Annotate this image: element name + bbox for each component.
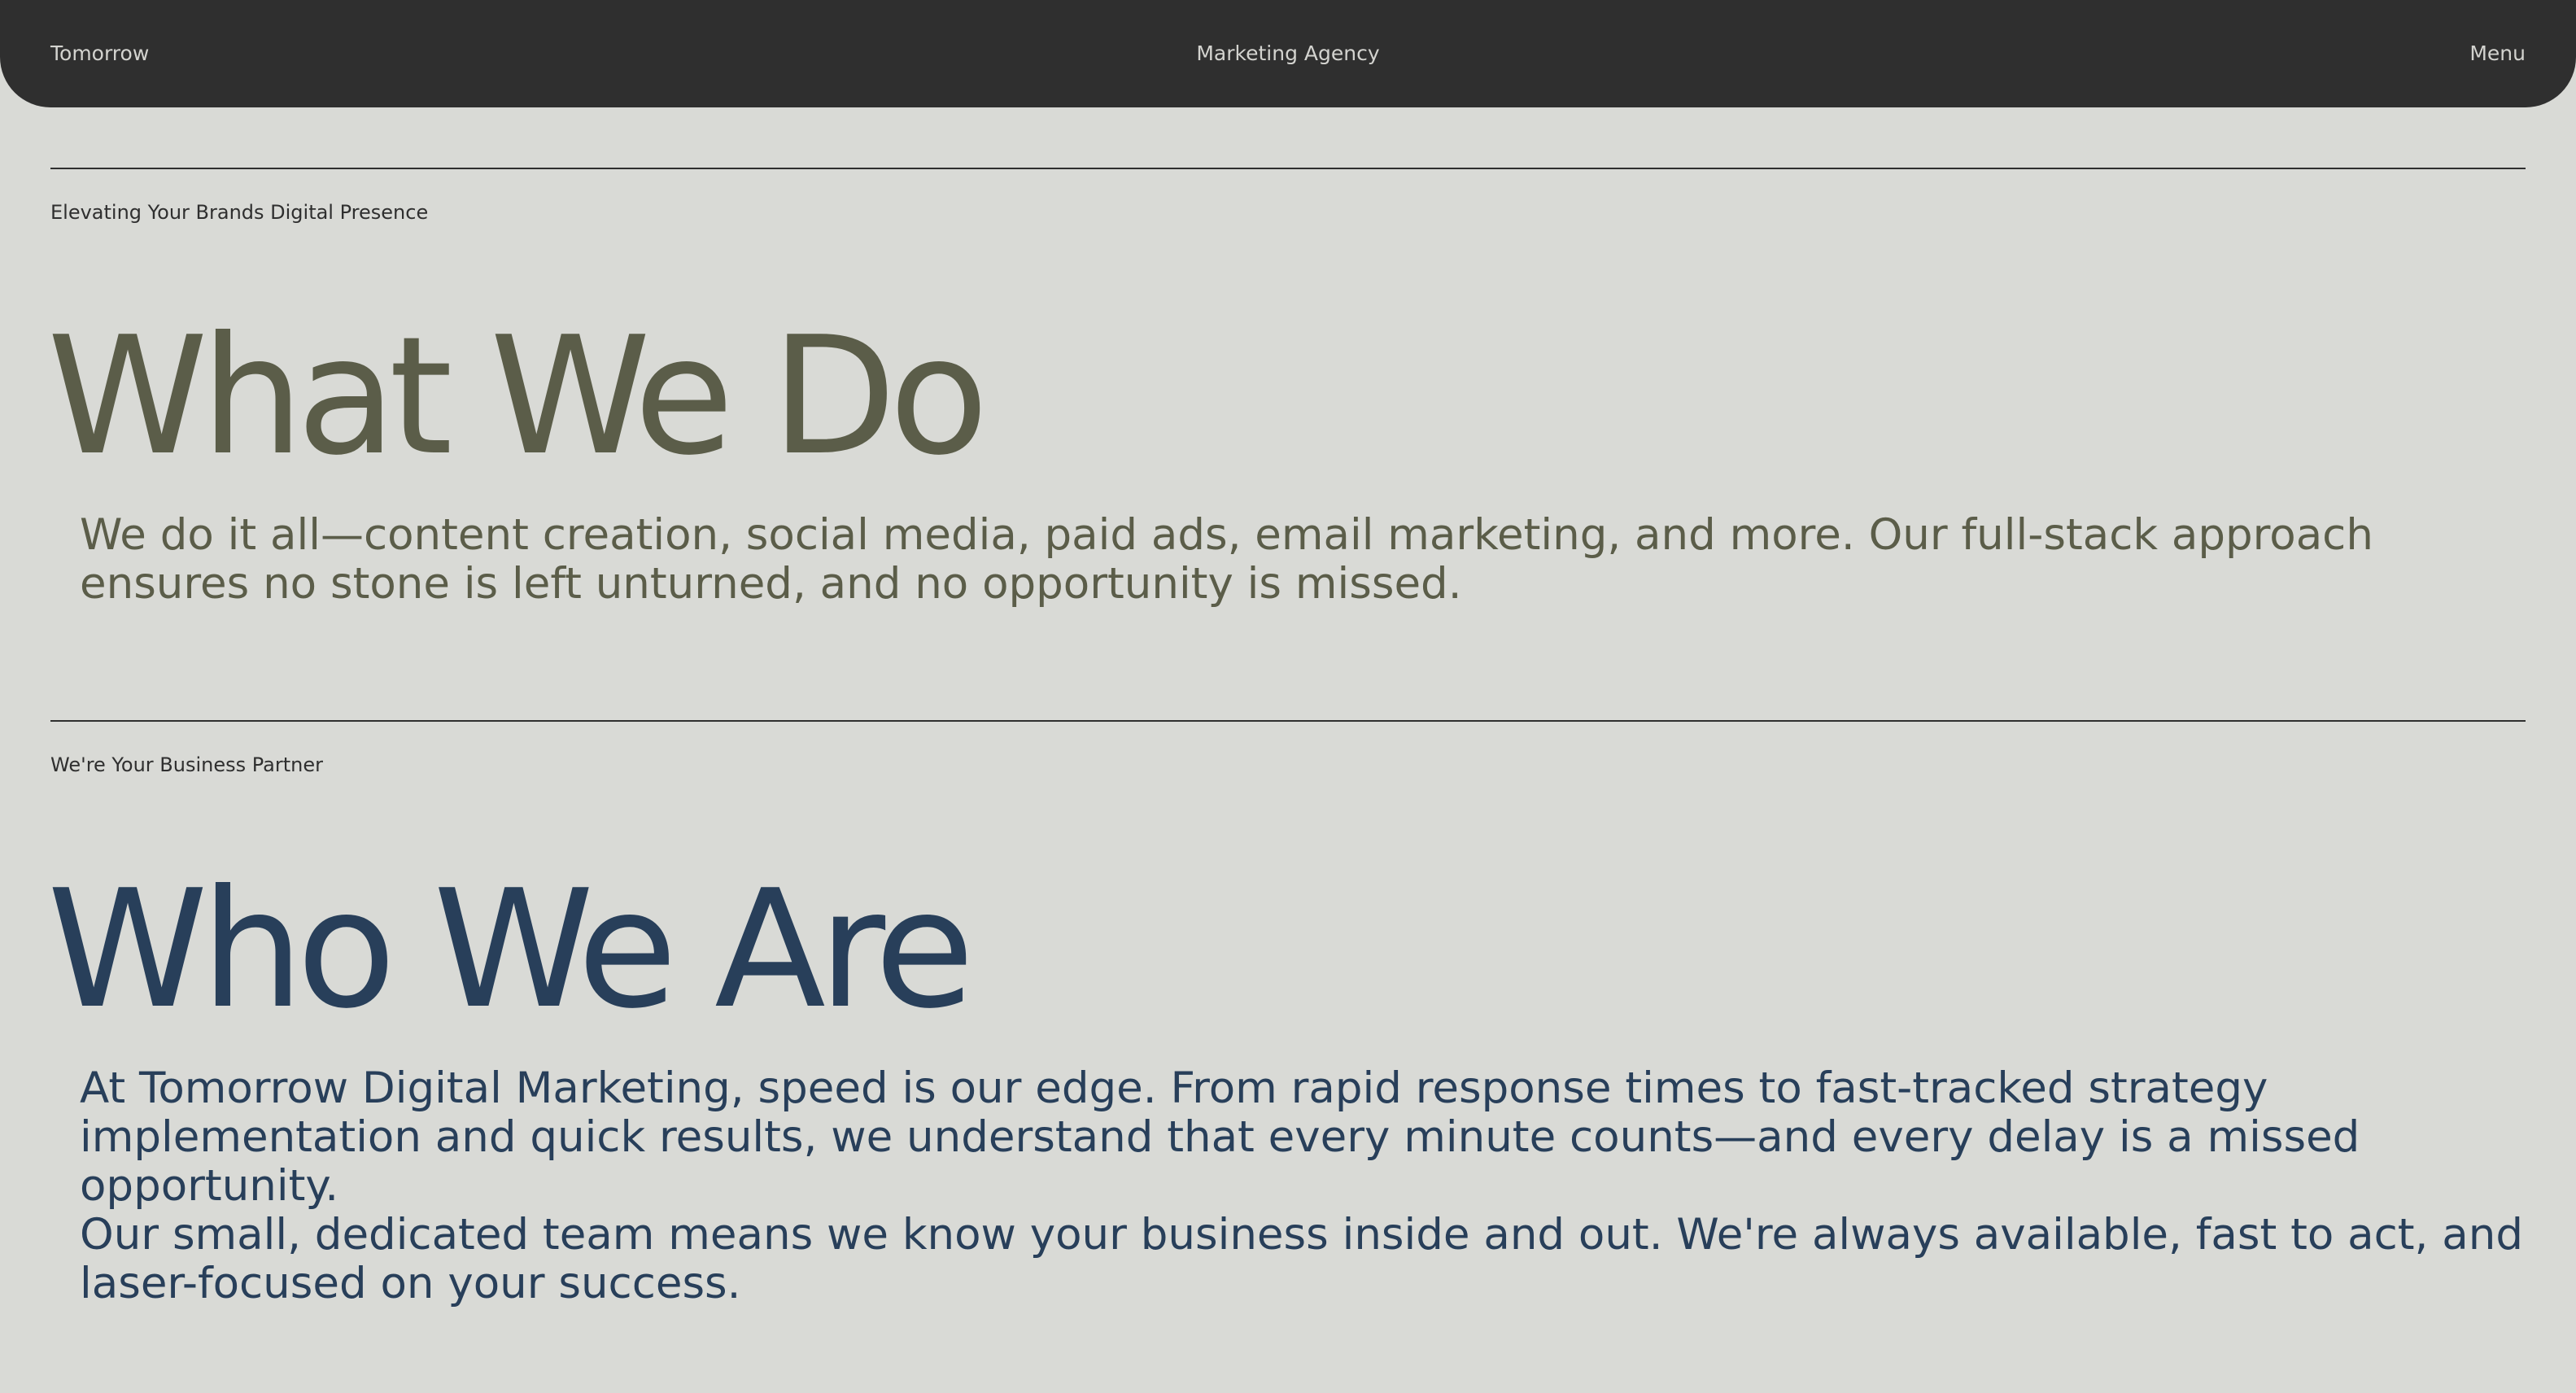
section-divider [50,720,2526,722]
brand-link[interactable]: Tomorrow [50,41,149,67]
agency-title: Marketing Agency [1196,41,1380,65]
menu-button[interactable]: Menu [2469,41,2526,67]
section-eyebrow: We're Your Business Partner [50,753,323,776]
section-title: Who We Are [47,855,975,1045]
section-paragraph: At Tomorrow Digital Marketing, speed is … [80,1063,2360,1211]
section-title: What We Do [47,302,989,491]
section-divider [50,168,2526,169]
top-navigation-bar: Tomorrow Marketing Agency Menu [0,0,2576,107]
section-paragraph: We do it all—content creation, social me… [80,510,2373,609]
section-eyebrow: Elevating Your Brands Digital Presence [50,201,429,224]
section-paragraph: Our small, dedicated team means we know … [80,1210,2523,1308]
